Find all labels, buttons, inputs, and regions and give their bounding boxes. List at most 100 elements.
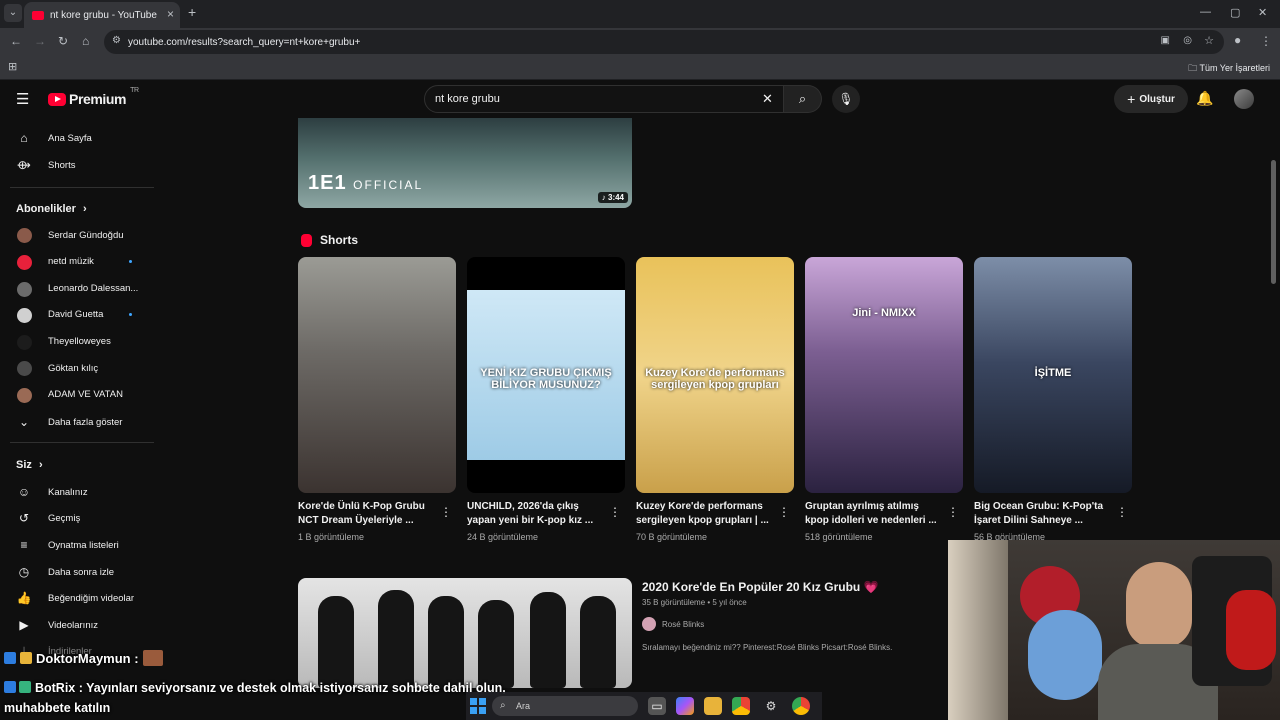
windows-start-icon[interactable]	[470, 698, 486, 714]
voice-search-button[interactable]: 🎙	[832, 85, 860, 113]
url-input[interactable]: ⚙ youtube.com/results?search_query=nt+ko…	[104, 30, 1224, 54]
search-button[interactable]: ⌕	[784, 85, 822, 113]
sidebar-subscription-item[interactable]: ADAM VE VATAN	[0, 382, 160, 408]
copilot-icon[interactable]	[676, 697, 694, 715]
notifications-bell-icon[interactable]: 🔔	[1196, 90, 1213, 107]
short-thumbnail[interactable]: YENİ KIZ GRUBU ÇIKMIŞ BİLİYOR MUSUNUZ?	[467, 257, 625, 493]
video-description: Sıralamayı beğendiniz mi?? Pinterest:Ros…	[642, 643, 893, 652]
thumbnail-figure	[530, 592, 566, 688]
video-title[interactable]: 2020 Kore'de En Popüler 20 Kız Grubu 💗	[642, 580, 879, 594]
short-thumbnail[interactable]: Jini - NMIXX	[805, 257, 963, 493]
apps-grid-icon[interactable]: ⊞	[8, 60, 17, 73]
sidebar-item-watch-later[interactable]: ◷ Daha sonra izle	[0, 559, 160, 585]
install-app-icon[interactable]: ▣	[1161, 35, 1170, 46]
sidebar-item-label: David Guetta	[48, 309, 104, 321]
search-input[interactable]: nt kore grubu	[424, 85, 784, 113]
short-title[interactable]: Kore'de Ünlü K-Pop Grubu NCT Dream Üyele…	[298, 500, 438, 528]
short-title[interactable]: Kuzey Kore'de performans sergileyen kpop…	[636, 500, 776, 528]
sidebar-subscription-item[interactable]: Theyelloweyes	[0, 328, 160, 354]
webcam-plush-dragon	[1226, 590, 1276, 670]
more-options-icon[interactable]: ⋮	[947, 505, 959, 519]
site-info-icon[interactable]: ⚙	[112, 35, 121, 46]
account-avatar[interactable]	[1234, 89, 1254, 109]
back-icon[interactable]: ←	[10, 34, 22, 48]
webcam-person-face	[1126, 562, 1192, 648]
clear-search-icon[interactable]: ✕	[762, 92, 773, 105]
sidebar-item-liked[interactable]: 👍 Beğendiğim videolar	[0, 585, 160, 611]
playlist-icon: ≡	[20, 538, 28, 552]
sidebar-subscription-item[interactable]: netd müzik	[0, 249, 160, 275]
profile-icon[interactable]: ●	[1234, 33, 1241, 47]
sidebar-subscription-item[interactable]: Göktan kılıç	[0, 355, 160, 381]
sidebar-subscription-item[interactable]: Serdar Gündoğdu	[0, 222, 160, 248]
sidebar-item-label: Geçmiş	[48, 512, 81, 524]
minimize-icon[interactable]: —	[1200, 6, 1211, 18]
tab-list-button[interactable]: ⌄	[4, 4, 22, 22]
browser-tab[interactable]: nt kore grubu - YouTube ×	[24, 2, 180, 28]
bookmark-star-icon[interactable]: ☆	[1204, 34, 1214, 47]
sidebar-item-label: ADAM VE VATAN	[48, 389, 123, 401]
subscriptions-heading[interactable]: Abonelikler ›	[16, 203, 87, 215]
reload-icon[interactable]: ↻	[58, 34, 68, 48]
windows-taskbar: ⌕ Ara ▭ ⚙	[466, 692, 822, 720]
video-thumbnail[interactable]: 1E1 OFFICIAL ♪ 3:44	[298, 118, 632, 208]
more-options-icon[interactable]: ⋮	[1116, 505, 1128, 519]
short-title[interactable]: UNCHILD, 2026'da çıkış yapan yeni bir K-…	[467, 500, 607, 528]
video-thumbnail[interactable]	[298, 578, 632, 688]
logo-country: TR	[130, 87, 139, 94]
short-thumbnail[interactable]	[298, 257, 456, 493]
short-thumbnail[interactable]: Kuzey Kore'de performans sergileyen kpop…	[636, 257, 794, 493]
address-bar-row: ← → ↻ ⌂ ⚙ youtube.com/results?search_que…	[0, 28, 1280, 56]
task-view-icon[interactable]: ▭	[648, 697, 666, 715]
all-bookmarks-link[interactable]: 🗀 Tüm Yer İşaretleri	[1188, 61, 1270, 77]
channel-icon: ☺	[17, 485, 31, 499]
sidebar-item-label: Theyelloweyes	[48, 335, 111, 347]
sidebar-item-shorts[interactable]: ⟴ Shorts	[0, 152, 160, 178]
chevron-right-icon: ›	[38, 459, 43, 471]
short-thumbnail[interactable]: İŞİTME	[974, 257, 1132, 493]
create-button[interactable]: + Oluştur	[1114, 85, 1188, 113]
you-heading[interactable]: Siz ›	[16, 459, 43, 471]
short-caption: YENİ KIZ GRUBU ÇIKMIŞ BİLİYOR MUSUNUZ?	[480, 367, 612, 391]
home-icon: ⌂	[20, 131, 28, 145]
maximize-icon[interactable]: ▢	[1230, 6, 1240, 19]
browser-menu-icon[interactable]: ⋮	[1260, 34, 1272, 48]
more-options-icon[interactable]: ⋮	[778, 505, 790, 519]
chrome-active-icon[interactable]	[792, 697, 810, 715]
sidebar-item-channel[interactable]: ☺ Kanalınız	[0, 479, 160, 505]
sidebar-item-label: Videolarınız	[48, 619, 98, 631]
sidebar-subscription-item[interactable]: David Guetta	[0, 302, 160, 328]
page-scrollbar[interactable]	[1271, 160, 1276, 284]
more-options-icon[interactable]: ⋮	[440, 505, 452, 519]
sidebar-item-your-videos[interactable]: ▶ Videolarınız	[0, 612, 160, 638]
short-title[interactable]: Gruptan ayrılmış atılmış kpop idolleri v…	[805, 500, 945, 528]
sidebar-item-label: Kanalınız	[48, 486, 88, 498]
chrome-icon[interactable]	[732, 697, 750, 715]
more-options-icon[interactable]: ⋮	[609, 505, 621, 519]
short-views: 518 görüntüleme	[805, 532, 873, 542]
short-title[interactable]: Big Ocean Grubu: K-Pop'ta İşaret Dilini …	[974, 500, 1114, 528]
sidebar-item-history[interactable]: ↺ Geçmiş	[0, 505, 160, 531]
show-more-label: Daha fazla göster	[48, 416, 123, 428]
home-browser-icon[interactable]: ⌂	[82, 34, 89, 48]
new-tab-button[interactable]: +	[188, 4, 196, 20]
settings-gear-icon[interactable]: ⚙	[762, 697, 780, 715]
close-window-icon[interactable]: ✕	[1258, 6, 1267, 19]
forward-icon[interactable]: →	[34, 34, 46, 48]
chat-badge-icon	[4, 652, 16, 664]
youtube-logo[interactable]: Premium TR	[48, 87, 139, 107]
video-age: 5 yıl önce	[712, 598, 747, 607]
file-explorer-icon[interactable]	[704, 697, 722, 715]
guide-menu-icon[interactable]: ☰	[16, 90, 29, 108]
taskbar-search-input[interactable]: ⌕ Ara	[492, 696, 638, 716]
sidebar-item-label: Leonardo Dalessan...	[48, 282, 139, 294]
thumbnail-figure	[318, 596, 354, 688]
sidebar-subscription-item[interactable]: Leonardo Dalessan...	[0, 275, 160, 301]
video-channel[interactable]: Rosé Blinks	[642, 617, 704, 631]
sidebar-item-label: Serdar Gündoğdu	[48, 229, 124, 241]
sidebar-item-playlists[interactable]: ≡ Oynatma listeleri	[0, 532, 160, 558]
show-more-button[interactable]: ⌄ Daha fazla göster	[0, 409, 160, 435]
tab-close-icon[interactable]: ×	[167, 7, 174, 21]
tracking-blocked-icon[interactable]: ◎	[1183, 35, 1192, 46]
sidebar-item-home[interactable]: ⌂ Ana Sayfa	[0, 125, 160, 151]
